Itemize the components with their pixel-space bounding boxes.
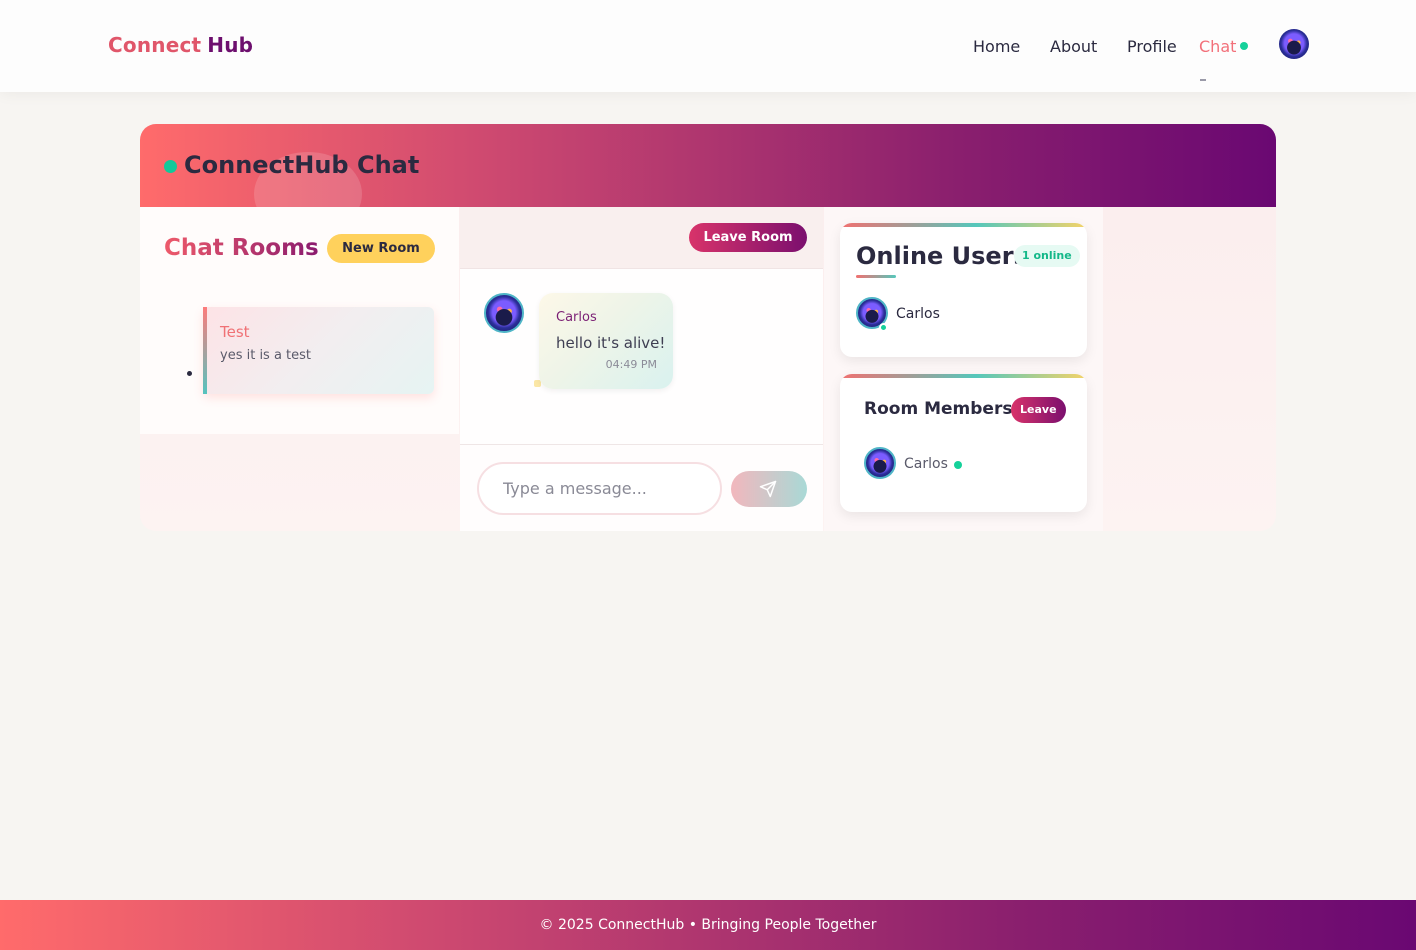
room-members-card: Room Members Leave Carlos	[840, 374, 1087, 512]
nav-link-chat[interactable]: Chat	[1199, 37, 1236, 56]
message-composer	[460, 444, 823, 531]
active-link-indicator	[1200, 79, 1206, 81]
list-bullet	[187, 371, 192, 376]
room-description: yes it is a test	[220, 348, 312, 363]
online-user-name[interactable]: Carlos	[896, 306, 940, 322]
user-avatar[interactable]	[1279, 29, 1309, 59]
brand-part-hub: Hub	[207, 33, 254, 57]
room-item-test[interactable]: Test yes it is a test	[203, 307, 434, 394]
member-avatar	[864, 447, 896, 479]
brand-part-connect: Connect	[108, 33, 202, 57]
message-bubble: Carlos hello it's alive! 04:49 PM	[539, 293, 673, 389]
footer-text: © 2025 ConnectHub • Bringing People Toge…	[539, 917, 877, 933]
messages-panel: Leave Room Carlos hello it's alive! 04:4…	[460, 207, 823, 531]
footer: © 2025 ConnectHub • Bringing People Toge…	[0, 900, 1416, 950]
message-sender: Carlos	[556, 310, 597, 325]
title-underline	[856, 275, 896, 278]
member-online-dot	[954, 461, 962, 469]
room-name: Test	[220, 323, 250, 341]
room-members-title: Room Members	[864, 399, 1013, 419]
messages-toolbar: Leave Room	[460, 207, 823, 269]
connection-status-dot	[164, 160, 177, 173]
online-users-title: Online Users	[856, 242, 1028, 270]
message-sender-avatar	[484, 293, 524, 333]
rooms-sidebar: Chat Rooms New Room Test yes it is a tes…	[140, 207, 459, 434]
nav-link-about[interactable]: About	[1050, 37, 1097, 56]
message-input[interactable]	[477, 462, 722, 515]
leave-room-button[interactable]: Leave Room	[689, 223, 807, 252]
rooms-title: Chat Rooms	[164, 235, 319, 261]
chat-header: ConnectHub Chat	[140, 124, 1276, 207]
chat-title: ConnectHub Chat	[184, 151, 420, 179]
send-button[interactable]	[731, 471, 807, 507]
new-room-button[interactable]: New Room	[327, 234, 435, 263]
navbar: Connect Hub Home About Profile Chat	[0, 0, 1416, 92]
online-status-dot	[879, 323, 888, 332]
brand-logo[interactable]: Connect Hub	[108, 33, 253, 57]
nav-link-profile[interactable]: Profile	[1127, 37, 1177, 56]
online-users-card: Online Users 1 online Carlos	[840, 223, 1087, 357]
nav-link-home[interactable]: Home	[973, 37, 1020, 56]
message-timestamp: 04:49 PM	[605, 358, 657, 371]
member-name[interactable]: Carlos	[904, 456, 948, 472]
message-text: hello it's alive!	[556, 334, 666, 352]
right-sidebar: Online Users 1 online Carlos Room Member…	[824, 207, 1103, 531]
leave-button[interactable]: Leave	[1011, 397, 1066, 423]
chat-notification-dot	[1240, 42, 1248, 50]
online-count-badge: 1 online	[1014, 245, 1080, 267]
send-icon	[759, 480, 777, 498]
